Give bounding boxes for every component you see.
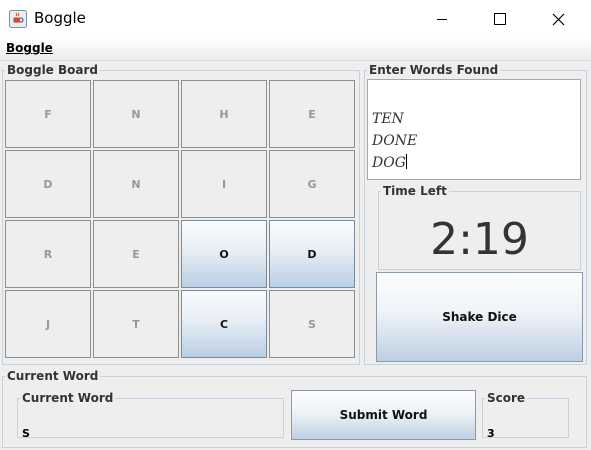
maximize-icon (494, 13, 506, 25)
maximize-button[interactable] (471, 0, 529, 38)
title-bar: Boggle (0, 0, 591, 38)
words-found-textarea[interactable]: TEN DONE DOG (367, 79, 581, 180)
die-4-2[interactable]: T (93, 290, 179, 358)
current-word-field[interactable]: Current Word S (17, 391, 284, 440)
die-3-3[interactable]: O (181, 220, 267, 288)
boggle-board-legend: Boggle Board (7, 63, 98, 77)
score-value: 3 (487, 427, 495, 440)
die-1-3[interactable]: H (181, 80, 267, 148)
die-2-1[interactable]: D (5, 150, 91, 218)
die-4-4[interactable]: S (269, 290, 355, 358)
die-3-1[interactable]: R (5, 220, 91, 288)
current-word-field-legend: Current Word (22, 391, 114, 405)
found-word: TEN (372, 111, 404, 127)
die-1-2[interactable]: N (93, 80, 179, 148)
minimize-icon (437, 19, 447, 20)
die-2-3[interactable]: I (181, 150, 267, 218)
die-3-4[interactable]: D (269, 220, 355, 288)
time-left-panel: Time Left 2:19 (378, 184, 581, 270)
window-title: Boggle (34, 9, 86, 27)
current-word-panel-legend: Current Word (7, 369, 99, 383)
submit-word-button[interactable]: Submit Word (291, 390, 476, 440)
die-4-3[interactable]: C (181, 290, 267, 358)
shake-dice-button[interactable]: Shake Dice (376, 272, 583, 362)
found-word: DOG (372, 155, 406, 171)
die-2-2[interactable]: N (93, 150, 179, 218)
words-found-legend: Enter Words Found (369, 63, 499, 77)
time-left-legend: Time Left (383, 184, 447, 198)
score-field: Score 3 (482, 391, 569, 440)
java-app-icon (9, 10, 27, 28)
die-3-2[interactable]: E (93, 220, 179, 288)
close-icon (552, 13, 564, 25)
die-1-4[interactable]: E (269, 80, 355, 148)
menu-bar: Boggle (0, 38, 591, 61)
minimize-button[interactable] (413, 0, 471, 38)
menu-boggle[interactable]: Boggle (6, 41, 53, 55)
die-1-1[interactable]: F (5, 80, 91, 148)
score-legend: Score (487, 391, 526, 405)
text-caret (405, 154, 407, 169)
time-left-value: 2:19 (430, 214, 529, 265)
found-word: DONE (372, 133, 418, 149)
die-2-4[interactable]: G (269, 150, 355, 218)
die-4-1[interactable]: J (5, 290, 91, 358)
current-word-value: S (22, 427, 30, 440)
close-button[interactable] (529, 0, 587, 38)
